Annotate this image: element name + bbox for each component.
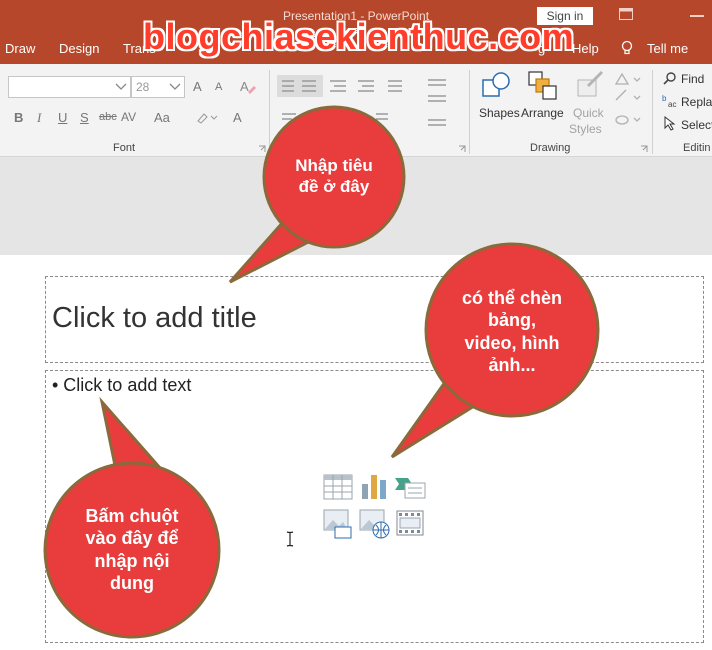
chevron-down-icon — [169, 83, 181, 90]
tab-design[interactable]: Design — [59, 41, 99, 56]
svg-text:b: b — [662, 94, 667, 103]
callout-content-text: Bấm chuột vào đây để nhập nội dung — [58, 505, 206, 594]
insert-smartart-icon[interactable] — [394, 474, 426, 500]
quick-styles-label-2[interactable]: Styles — [569, 122, 602, 136]
lightbulb-icon — [621, 40, 633, 55]
arrange-icon[interactable] — [527, 70, 559, 102]
callout-insert-text: có thể chèn bảng, video, hình ảnh... — [436, 287, 588, 376]
shapes-button[interactable]: Shapes — [479, 106, 520, 120]
highlight-color-icon[interactable] — [196, 111, 220, 125]
insert-online-picture-icon[interactable] — [359, 509, 391, 539]
insert-table-icon[interactable] — [323, 474, 353, 500]
chevron-down-icon — [115, 83, 127, 90]
quick-styles-label-1[interactable]: Quick — [573, 106, 604, 120]
callout-line: Nhập tiêu — [295, 156, 373, 175]
tell-me-search[interactable]: Tell me — [647, 41, 688, 56]
callout-line: Bấm chuột — [85, 506, 179, 526]
callout-title-text: Nhập tiêu đề ở đây — [272, 155, 396, 197]
paragraph-tools-icon[interactable] — [276, 74, 456, 134]
underline-button[interactable]: U — [58, 110, 67, 125]
callout-line: bảng, — [488, 310, 536, 331]
callout-line: video, hình — [464, 332, 560, 353]
svg-text:ac: ac — [668, 100, 676, 108]
font-name-combobox[interactable] — [8, 76, 131, 98]
quick-styles-icon[interactable] — [574, 70, 606, 102]
watermark-text: blogchiasekienthuc.com — [143, 16, 575, 57]
replace-button[interactable]: Repla — [681, 95, 712, 109]
callout-line: đề ở đây — [298, 177, 370, 197]
svg-text:A: A — [240, 79, 249, 94]
dialog-launcher-icon[interactable] — [258, 145, 266, 153]
clear-formatting-icon[interactable]: A — [239, 78, 257, 96]
insert-video-icon[interactable] — [396, 510, 424, 536]
italic-button[interactable]: I — [37, 110, 41, 126]
grow-font-button[interactable]: A — [193, 79, 202, 94]
drawing-group-label: Drawing — [530, 142, 571, 154]
content-placeholder-text: • Click to add text — [52, 375, 192, 395]
text-shadow-button[interactable]: S — [80, 110, 89, 125]
text-cursor-icon — [286, 531, 294, 547]
arrange-button[interactable]: Arrange — [521, 106, 564, 120]
find-icon[interactable] — [663, 72, 676, 85]
callout-line: nhập nội — [94, 550, 170, 571]
group-separator — [469, 70, 470, 154]
dialog-launcher-icon[interactable] — [458, 145, 466, 153]
editing-group-label: Editin — [683, 142, 711, 154]
group-separator — [652, 70, 653, 154]
tab-help[interactable]: Help — [572, 41, 599, 56]
callout-line: có thể chèn — [461, 288, 563, 308]
minimize-icon[interactable] — [690, 15, 704, 17]
dialog-launcher-icon[interactable] — [640, 145, 648, 153]
tab-draw[interactable]: Draw — [5, 41, 35, 56]
ribbon-display-options-icon[interactable] — [619, 8, 633, 20]
shrink-font-button[interactable]: A — [215, 81, 222, 93]
find-button[interactable]: Find — [681, 72, 704, 86]
title-placeholder-text: Click to add title — [52, 302, 257, 334]
callout-line: vào đây để — [85, 528, 179, 549]
insert-chart-icon[interactable] — [360, 472, 388, 500]
shape-format-icons[interactable] — [612, 70, 642, 132]
group-separator — [269, 70, 270, 154]
replace-icon[interactable]: b ac — [662, 94, 678, 108]
select-button[interactable]: Select — [681, 118, 712, 132]
change-case-button[interactable]: Aa — [154, 110, 170, 125]
select-pointer-icon[interactable] — [664, 116, 676, 131]
insert-picture-icon[interactable] — [323, 509, 353, 539]
strikethrough-button[interactable]: abc — [99, 111, 117, 123]
character-spacing-button[interactable]: AV — [121, 110, 136, 124]
font-color-button[interactable]: A — [233, 110, 242, 125]
callout-line: ảnh... — [488, 354, 536, 375]
bold-button[interactable]: B — [14, 110, 23, 125]
font-group-label: Font — [113, 142, 136, 154]
shapes-icon[interactable] — [481, 70, 513, 102]
callout-line: dung — [110, 572, 154, 593]
